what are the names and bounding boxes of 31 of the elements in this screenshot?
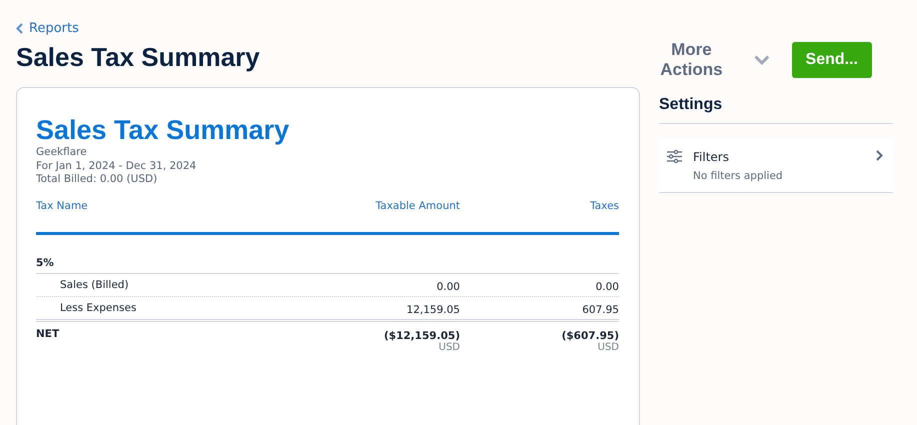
column-header[interactable]: Tax Name xyxy=(36,200,290,212)
back-link[interactable]: Reports xyxy=(16,21,79,36)
report-title: Sales Tax Summary xyxy=(36,114,290,146)
column-header[interactable]: Taxable Amount xyxy=(290,200,460,212)
table-cell-text: 607.95 xyxy=(581,302,619,316)
tax-group: 5% xyxy=(36,256,290,268)
chevron-right-icon xyxy=(876,150,883,161)
table-cell-text: Sales (Billed) xyxy=(59,278,130,290)
sliders-icon xyxy=(667,150,682,163)
currency-label: USD xyxy=(598,342,619,352)
send-button[interactable]: Send... xyxy=(792,42,872,78)
chevron-down-icon xyxy=(754,55,770,65)
table-cell-text: 12,159.05 xyxy=(406,302,460,316)
chevron-left-icon xyxy=(16,23,23,34)
net-amount: ($607.95) xyxy=(562,328,619,342)
filters-label: Filters xyxy=(693,150,730,164)
column-header[interactable]: Taxes xyxy=(460,200,619,212)
net-amount: ($12,159.05) xyxy=(384,328,460,342)
total-billed: Total Billed: 0.00 (USD) xyxy=(36,173,158,186)
table-cell-text: 0.00 xyxy=(594,280,619,292)
more-actions-button[interactable]: More Actions xyxy=(639,40,770,80)
net-label: NET xyxy=(36,328,60,340)
table-cell-text: 0.00 xyxy=(436,280,460,292)
filters-summary: No filters applied xyxy=(693,170,784,182)
company-name: Geekflare xyxy=(36,146,88,160)
currency-label: USD xyxy=(438,342,460,352)
filters-item[interactable]: Filters No filters applied xyxy=(659,138,893,193)
settings-title: Settings xyxy=(659,96,893,124)
report-period: For Jan 1, 2024 - Dec 31, 2024 xyxy=(36,160,198,173)
page-title: Sales Tax Summary xyxy=(16,42,261,73)
table-cell-text: Less Expenses xyxy=(59,302,138,314)
